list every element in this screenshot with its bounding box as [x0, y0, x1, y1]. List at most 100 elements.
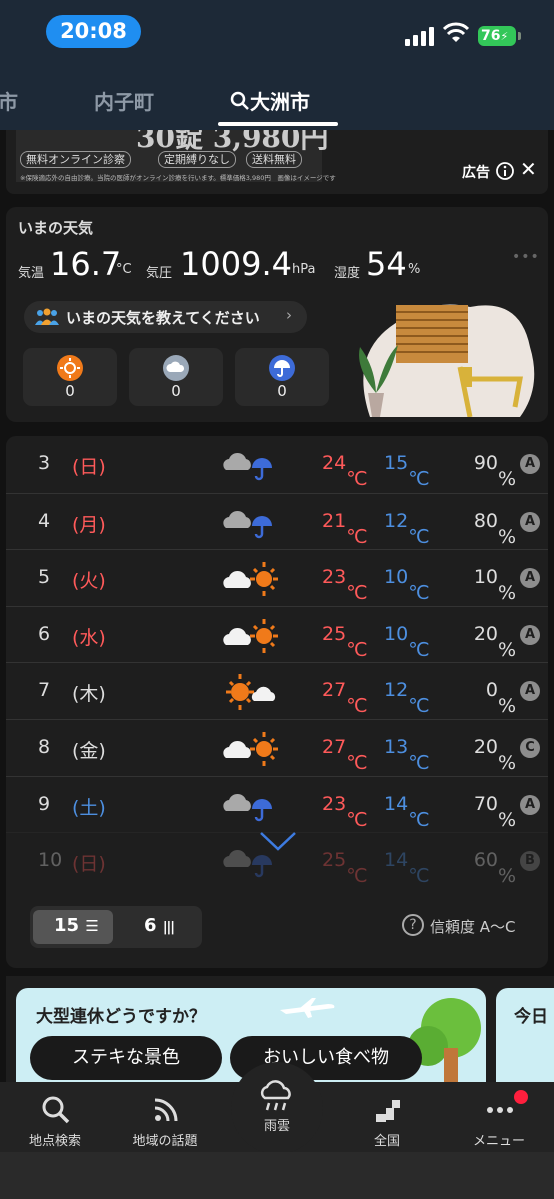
forecast-weekday: (金): [72, 740, 106, 762]
forecast-high: 23 ℃: [322, 566, 368, 604]
scenery-button[interactable]: ステキな景色: [30, 1036, 222, 1080]
forecast-row[interactable]: 6 (水) 25 ℃ 10 ℃ 20% A: [6, 606, 548, 663]
ad-chip: 定期縛りなし: [158, 151, 236, 168]
forecast-date: 10: [38, 849, 63, 871]
toggle-6-label[interactable]: 6 |||: [144, 915, 175, 936]
forecast-weekday: (月): [72, 514, 106, 536]
help-icon[interactable]: ?: [402, 914, 424, 936]
bars-icon: |||: [162, 920, 175, 935]
report-cloudy[interactable]: 0: [129, 348, 223, 406]
humidity-value: 54: [366, 245, 407, 283]
ad-chip: 送料無料: [246, 151, 302, 168]
airplane-icon: [280, 998, 335, 1018]
forecast-weekday: (土): [72, 797, 106, 819]
rss-icon: [154, 1098, 178, 1122]
chevron-down-icon[interactable]: [258, 830, 298, 852]
forecast-high: 25 ℃: [322, 849, 368, 887]
humidity-unit: %: [408, 262, 421, 277]
ad-label: 広告: [462, 165, 490, 181]
weather-report-button[interactable]: いまの天気を教えてください ›: [24, 301, 307, 333]
cloud-sun-icon: [223, 732, 278, 766]
forecast-low: 14 ℃: [384, 793, 430, 831]
temp-unit: °C: [116, 262, 132, 277]
forecast-range-toggle[interactable]: 15 ☰ 6 |||: [30, 906, 202, 948]
current-weather-title: いまの天気: [18, 219, 94, 237]
wifi-icon: [443, 22, 469, 42]
notification-badge: [514, 1090, 528, 1104]
forecast-high: 21 ℃: [322, 510, 368, 548]
nav-local-topics[interactable]: 地域の話題: [110, 1082, 220, 1152]
forecast-reliability-badge: A: [520, 512, 540, 532]
pressure-value: 1009.4: [180, 245, 292, 283]
ad-image[interactable]: 30錠 3,980円 無料オンライン診察 定期縛りなし 送料無料 ※保険適応外の…: [16, 130, 336, 182]
signal-icon: [405, 24, 435, 46]
forecast-date: 8: [38, 736, 51, 758]
nav-nationwide-label: 全国: [373, 1134, 400, 1149]
close-icon[interactable]: ✕: [520, 157, 537, 181]
forecast-row[interactable]: 5 (火) 23 ℃ 10 ℃ 10% A: [6, 549, 548, 606]
forecast-weekday: (水): [72, 627, 106, 649]
search-icon: [42, 1096, 70, 1124]
nav-local-topics-label: 地域の話題: [132, 1134, 198, 1149]
header: 20:08 76⚡ 市 内子町 大洲市: [0, 0, 554, 130]
report-count: 0: [277, 382, 287, 400]
chevron-right-icon: ›: [286, 306, 292, 324]
search-icon: [230, 91, 249, 110]
forecast-row[interactable]: 4 (月) 21 ℃ 12 ℃ 80% A: [6, 493, 548, 550]
forecast-low: 13 ℃: [384, 736, 430, 774]
forecast-row[interactable]: 9 (土) 23 ℃ 14 ℃ 70% A: [6, 776, 548, 833]
pressure-label: 気圧: [146, 266, 173, 281]
forecast-row[interactable]: 7 (木) 27 ℃ 12 ℃ 0% A: [6, 662, 548, 719]
forecast-low: 12 ℃: [384, 510, 430, 548]
report-sunny[interactable]: 0: [23, 348, 117, 406]
holiday-card-next[interactable]: 今日: [496, 988, 554, 1086]
nav-rain-radar-label: 雨雲: [263, 1119, 290, 1134]
home-indicator-area: [0, 1152, 554, 1199]
forecast-card: 3 (日) 24 ℃ 15 ℃ 90% A 4 (月) 21 ℃ 12 ℃ 80% A 5 (火) 23 ℃ 10 ℃ 10…: [6, 436, 548, 968]
forecast-weekday: (日): [72, 853, 106, 875]
humidity-label: 湿度: [334, 266, 361, 281]
cloud-rain-icon: [223, 793, 272, 822]
battery-icon: 76⚡: [478, 26, 516, 46]
forecast-row[interactable]: 8 (金) 27 ℃ 13 ℃ 20% C: [6, 719, 548, 776]
forecast-low: 10 ℃: [384, 566, 430, 604]
forecast-high: 27 ℃: [322, 736, 368, 774]
forecast-precip: 20%: [473, 736, 517, 774]
nav-rain-radar[interactable]: 雨雲: [231, 1062, 323, 1154]
nav-search-label: 地点検索: [28, 1134, 81, 1149]
forecast-precip: 60%: [473, 849, 517, 887]
nav-nationwide[interactable]: 全国: [332, 1082, 442, 1152]
forecast-reliability-badge: A: [520, 454, 540, 474]
forecast-date: 5: [38, 566, 51, 588]
ad-info-icon[interactable]: [495, 161, 515, 181]
forecast-reliability-badge: A: [520, 681, 540, 701]
nav-menu-label: メニュー: [472, 1134, 525, 1149]
cloud-icon: [163, 355, 189, 381]
forecast-weekday: (日): [72, 456, 106, 478]
bottom-nav: 地点検索 地域の話題 雨雲 全国 メニュー: [0, 1062, 554, 1154]
report-rainy[interactable]: 0: [235, 348, 329, 406]
forecast-reliability-badge: B: [520, 851, 540, 871]
reliability-label[interactable]: 信頼度 A～C: [430, 916, 516, 937]
temp-label: 気温: [18, 266, 45, 281]
nav-menu[interactable]: メニュー: [444, 1082, 554, 1152]
nav-search[interactable]: 地点検索: [0, 1082, 110, 1152]
tab-ozu-label: 大洲市: [250, 90, 310, 114]
forecast-precip: 10%: [473, 566, 517, 604]
forecast-high: 27 ℃: [322, 679, 368, 717]
tab-prev[interactable]: 市: [0, 86, 18, 115]
location-tabs: 市 内子町 大洲市: [0, 72, 554, 128]
forecast-high: 25 ℃: [322, 623, 368, 661]
ad-banner[interactable]: 30錠 3,980円 無料オンライン診察 定期縛りなし 送料無料 ※保険適応外の…: [6, 130, 548, 194]
report-count: 0: [171, 382, 181, 400]
temp-value: 16.7: [50, 245, 122, 283]
more-icon[interactable]: •••: [512, 249, 540, 265]
forecast-row[interactable]: 3 (日) 24 ℃ 15 ℃ 90% A: [6, 436, 548, 493]
cloud-sun-icon: [223, 562, 278, 596]
forecast-low: 14 ℃: [384, 849, 430, 887]
forecast-high: 23 ℃: [322, 793, 368, 831]
tab-uchiko[interactable]: 内子町: [94, 86, 154, 115]
tab-ozu[interactable]: 大洲市: [230, 86, 310, 115]
room-illustration: [359, 304, 535, 417]
more-icon: [487, 1107, 513, 1113]
